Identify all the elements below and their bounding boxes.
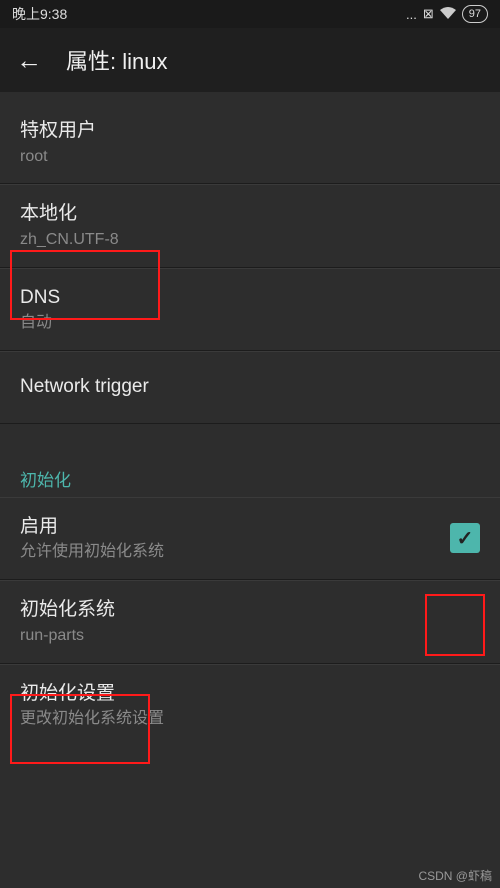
more-dots-icon: ... bbox=[406, 7, 417, 22]
checkmark-icon: ✓ bbox=[457, 526, 474, 551]
setting-init-system[interactable]: 初始化系统 run-parts bbox=[0, 580, 500, 663]
setting-locale[interactable]: 本地化 zh_CN.UTF-8 bbox=[0, 184, 500, 267]
setting-privileged-user[interactable]: 特权用户 root bbox=[0, 102, 500, 184]
setting-sub: 允许使用初始化系统 bbox=[20, 542, 164, 563]
enable-checkbox[interactable]: ✓ bbox=[450, 523, 480, 553]
setting-title: 本地化 bbox=[20, 201, 119, 228]
setting-sub: root bbox=[20, 147, 96, 168]
setting-title: 初始化设置 bbox=[20, 681, 164, 708]
wifi-icon bbox=[440, 7, 456, 22]
battery-indicator: 97 bbox=[462, 5, 488, 23]
settings-list: 特权用户 root 本地化 zh_CN.UTF-8 DNS 自动 Network… bbox=[0, 102, 500, 746]
setting-title: 特权用户 bbox=[20, 118, 96, 145]
watermark: CSDN @虾稿 bbox=[418, 867, 492, 884]
setting-sub: zh_CN.UTF-8 bbox=[20, 230, 119, 251]
setting-init-settings[interactable]: 初始化设置 更改初始化系统设置 bbox=[0, 664, 500, 746]
setting-sub: 自动 bbox=[20, 313, 60, 334]
section-header-init: 初始化 bbox=[0, 452, 500, 497]
setting-title: 初始化系统 bbox=[20, 597, 115, 624]
setting-sub: 更改初始化系统设置 bbox=[20, 709, 164, 730]
setting-init-enable[interactable]: 启用 允许使用初始化系统 ✓ bbox=[0, 497, 500, 580]
page-title: 属性: linux bbox=[66, 44, 167, 76]
setting-sub: run-parts bbox=[20, 626, 115, 647]
setting-dns[interactable]: DNS 自动 bbox=[0, 268, 500, 351]
app-bar: ← 属性: linux bbox=[0, 28, 500, 92]
setting-title: 启用 bbox=[20, 514, 164, 541]
status-time: 晚上9:38 bbox=[12, 4, 67, 24]
setting-network-trigger[interactable]: Network trigger bbox=[0, 351, 500, 424]
setting-title: DNS bbox=[20, 285, 60, 312]
setting-title: Network trigger bbox=[20, 374, 149, 401]
back-arrow-icon[interactable]: ← bbox=[16, 45, 42, 76]
notification-close-icon: ⊠ bbox=[423, 6, 434, 22]
status-bar: 晚上9:38 ... ⊠ 97 bbox=[0, 0, 500, 28]
